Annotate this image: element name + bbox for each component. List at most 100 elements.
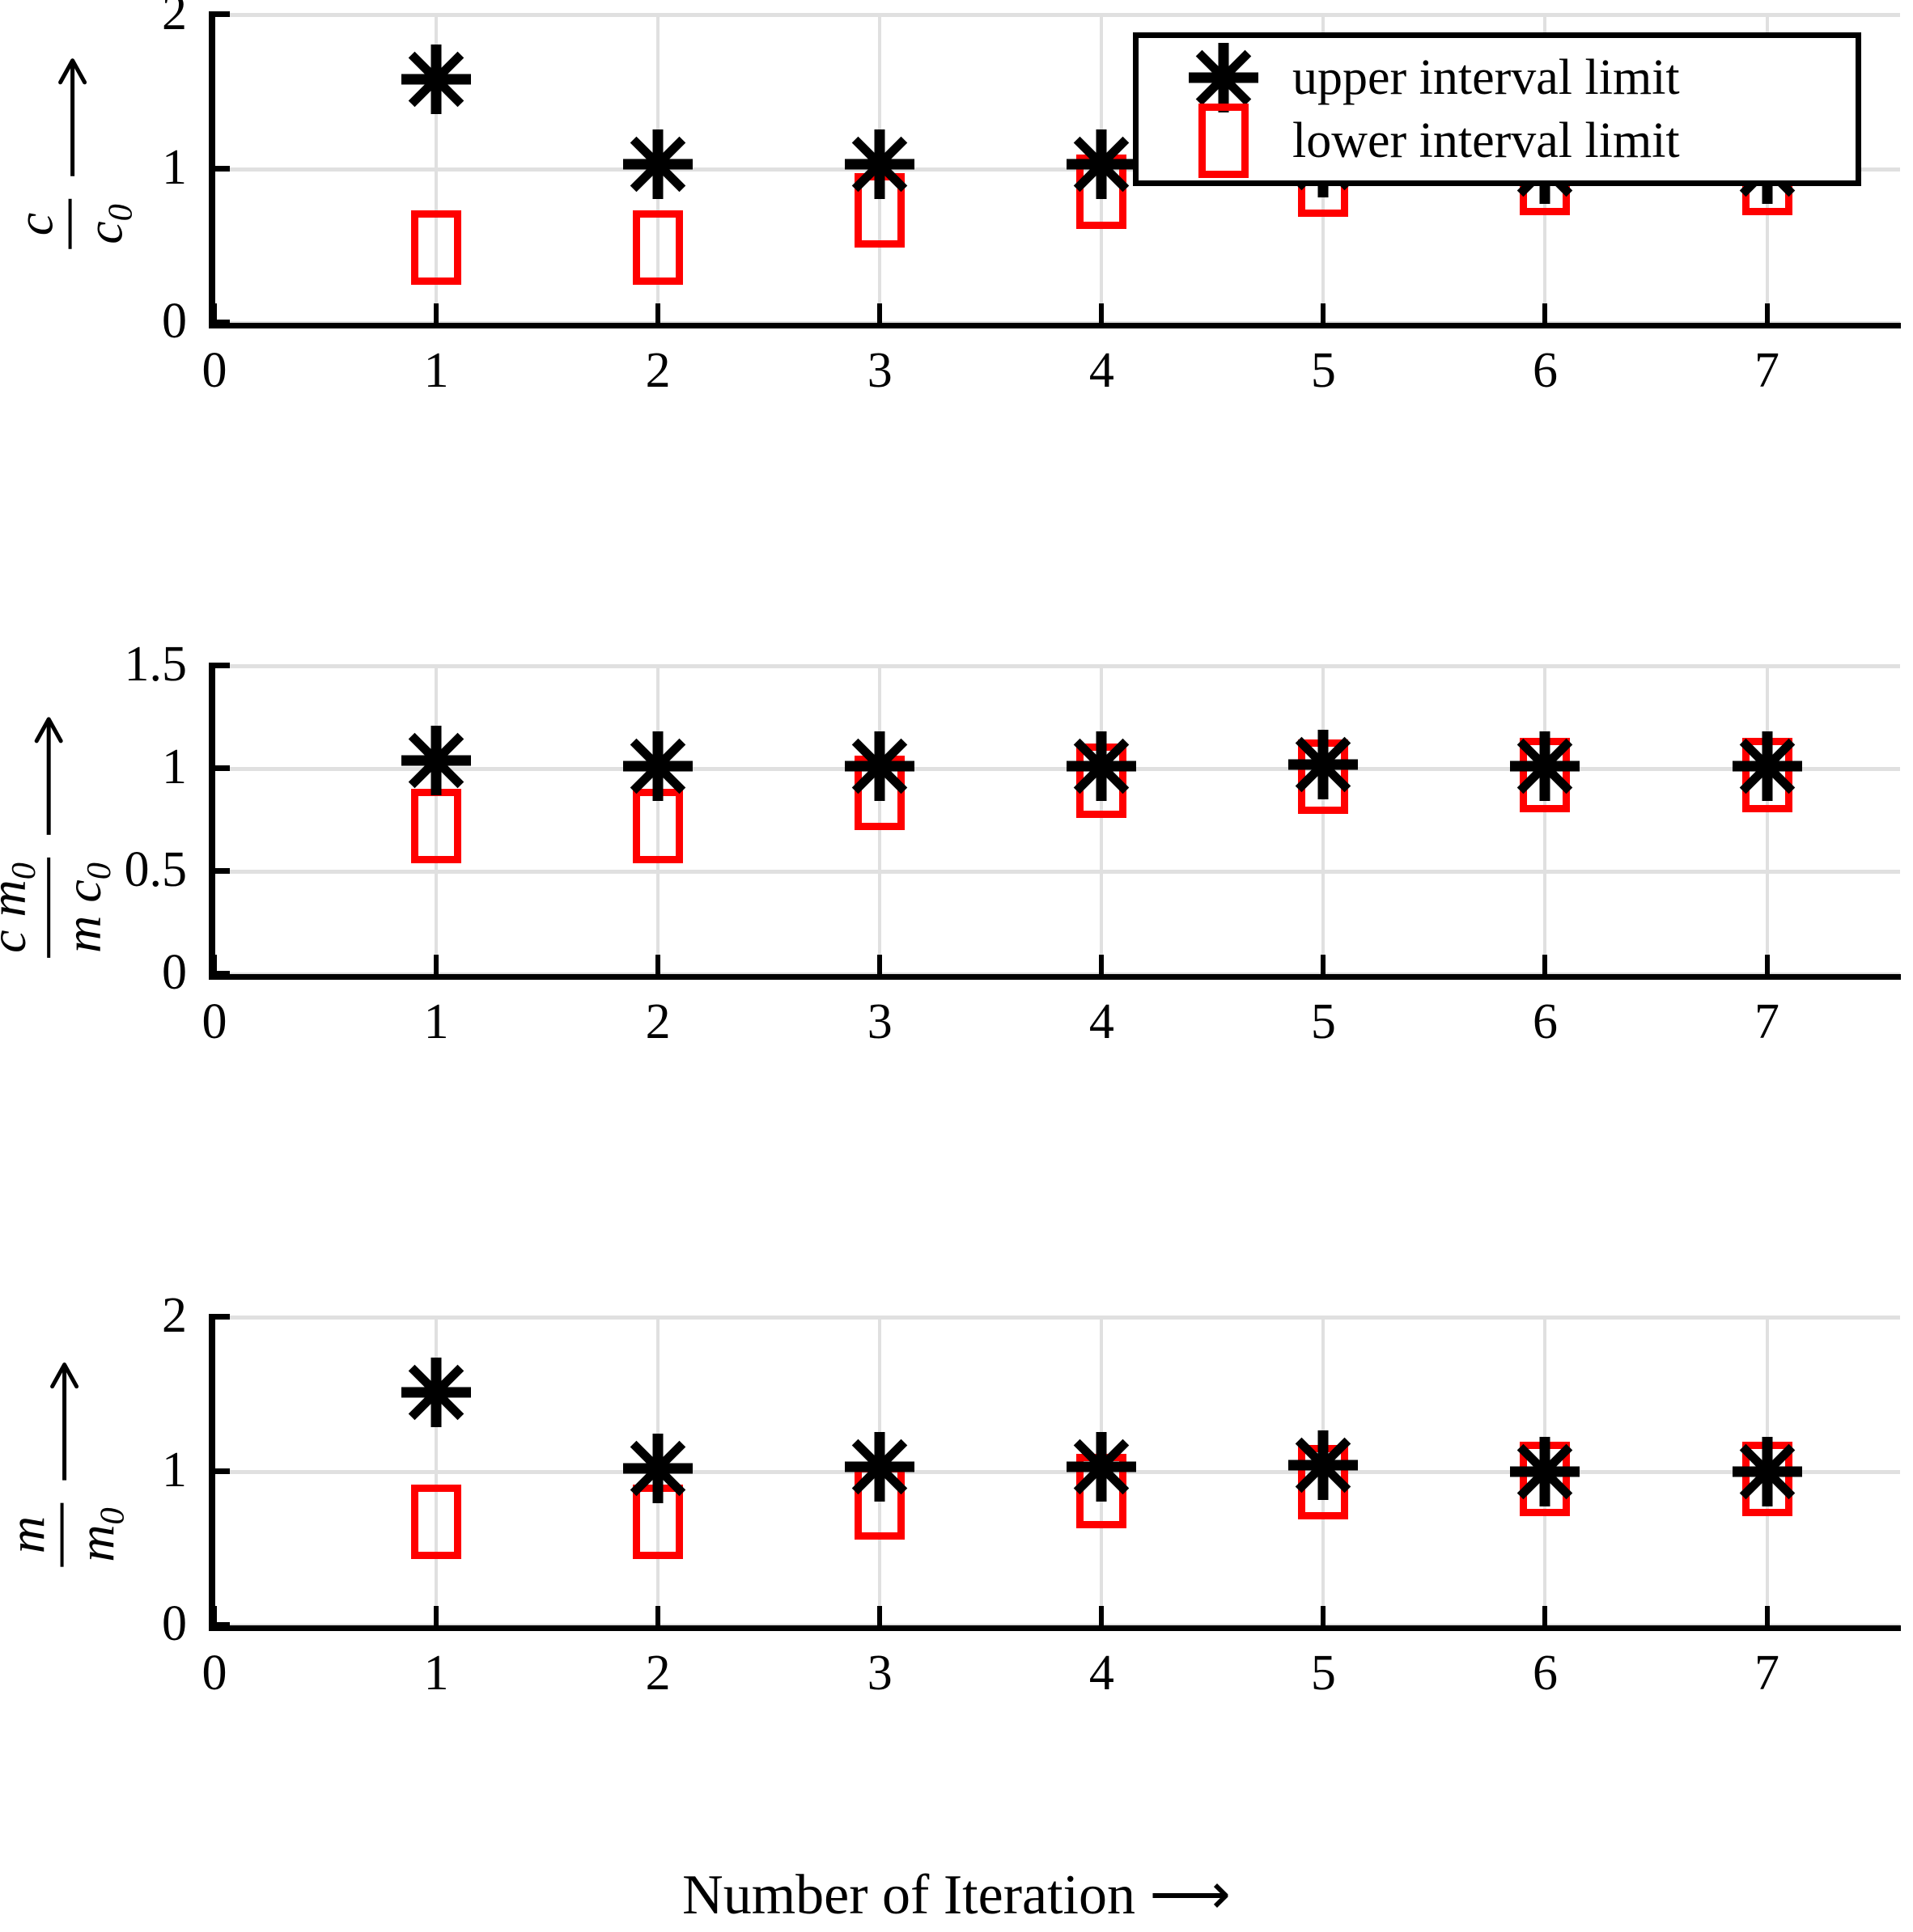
gridline-vertical (656, 666, 660, 974)
x-tick-mark (212, 1606, 217, 1625)
x-tick-mark (434, 1606, 439, 1625)
x-tick-mark (434, 303, 439, 323)
square-icon (1155, 104, 1292, 178)
x-tick-mark (1321, 303, 1326, 323)
x-tick-mark (1542, 303, 1548, 323)
gridline-vertical (1321, 666, 1326, 974)
y-tick-mark (209, 1622, 230, 1628)
x-tick-mark (1321, 955, 1326, 974)
x-tick-mark (877, 1606, 883, 1625)
marker-lower-interval-limit (855, 756, 906, 831)
gridline-vertical (1543, 666, 1547, 974)
x-tick-label: 2 (645, 994, 671, 1049)
x-tick-label: 6 (1532, 994, 1558, 1049)
legend-item[interactable]: upper interval limit (1155, 43, 1839, 112)
marker-lower-interval-limit (1741, 1442, 1792, 1517)
x-tick-mark (655, 303, 661, 323)
x-tick-label: 3 (867, 1646, 893, 1701)
x-tick-label: 0 (201, 343, 227, 398)
x-tick-label: 5 (1310, 1646, 1336, 1701)
x-tick-mark (1099, 1606, 1105, 1625)
x-tick-mark (212, 955, 217, 974)
gridline-vertical (1100, 15, 1104, 323)
y-tick-label: 1.5 (124, 637, 188, 692)
gridline-horizontal (214, 1469, 1900, 1474)
x-tick-mark (1099, 955, 1105, 974)
axis-spine-bottom (209, 1625, 1901, 1631)
x-tick-mark (655, 1606, 661, 1625)
x-tick-label: 7 (1754, 994, 1780, 1049)
gridline-vertical (1765, 666, 1769, 974)
legend: upper interval limit lower interval limit (1133, 32, 1861, 186)
asterisk-icon (1155, 43, 1292, 112)
x-tick-mark (1764, 955, 1770, 974)
x-tick-mark (1764, 303, 1770, 323)
legend-item[interactable]: lower interval limit (1155, 104, 1839, 178)
gridline-horizontal (214, 1316, 1900, 1320)
x-tick-label: 6 (1532, 1646, 1558, 1701)
x-tick-mark (877, 303, 883, 323)
marker-lower-interval-limit (633, 789, 684, 864)
gridline-vertical (1765, 1317, 1769, 1625)
x-tick-label: 2 (645, 1646, 671, 1701)
x-tick-mark (1542, 955, 1548, 974)
x-tick-label: 2 (645, 343, 671, 398)
x-tick-label: 6 (1532, 343, 1558, 398)
gridline-horizontal (214, 1624, 1900, 1628)
x-tick-label: 7 (1754, 1646, 1780, 1701)
marker-lower-interval-limit (1198, 104, 1249, 178)
y-axis-title-text: c m0m c0 (0, 715, 119, 958)
y-tick-mark (209, 971, 230, 977)
x-tick-mark (212, 303, 217, 323)
y-tick-label: 0 (162, 294, 187, 349)
gridline-vertical (878, 15, 882, 323)
x-tick-label: 3 (867, 994, 893, 1049)
y-tick-mark (209, 663, 230, 668)
marker-lower-interval-limit (1741, 737, 1792, 812)
gridline-horizontal (214, 870, 1900, 874)
y-tick-label: 2 (162, 0, 187, 40)
gridline-vertical (878, 666, 882, 974)
x-tick-mark (655, 955, 661, 974)
x-tick-label: 5 (1310, 994, 1336, 1049)
x-tick-label: 3 (867, 343, 893, 398)
y-tick-mark (209, 11, 230, 17)
marker-lower-interval-limit (633, 210, 684, 285)
x-tick-label: 0 (201, 1646, 227, 1701)
axis-spine-left (209, 1317, 215, 1629)
gridline-vertical (656, 1317, 660, 1625)
x-tick-label: 1 (423, 1646, 449, 1701)
y-tick-mark (209, 1468, 230, 1474)
marker-lower-interval-limit (1076, 1454, 1127, 1529)
legend-label: lower interval limit (1292, 112, 1680, 168)
marker-lower-interval-limit (1076, 155, 1127, 230)
x-tick-label: 7 (1754, 343, 1780, 398)
axis-spine-left (209, 15, 215, 326)
gridline-vertical (435, 1317, 439, 1625)
panel-cm0-over-mc0: 0 0.5 1 1.5 0 1 2 3 4 5 6 7 (0, 0, 1913, 1932)
marker-lower-interval-limit (633, 1485, 684, 1560)
axis-arrow-icon (49, 1360, 81, 1481)
gridline-vertical (1543, 1317, 1547, 1625)
y-tick-label: 2 (162, 1288, 187, 1343)
x-tick-label: 1 (423, 343, 449, 398)
x-tick-mark (877, 955, 883, 974)
y-tick-mark (209, 1314, 230, 1320)
y-tick-mark (209, 320, 230, 325)
gridline-horizontal (214, 321, 1900, 325)
x-tick-label: 1 (423, 994, 449, 1049)
gridline-vertical (1100, 1317, 1104, 1625)
axis-spine-left (209, 666, 215, 977)
marker-lower-interval-limit (411, 210, 462, 285)
gridline-vertical (435, 15, 439, 323)
x-tick-mark (434, 955, 439, 974)
axis-spine-bottom (209, 974, 1901, 980)
y-tick-mark (209, 868, 230, 874)
axis-spine-bottom (209, 323, 1901, 328)
gridline-vertical (656, 15, 660, 323)
figure-root: 01201234567 0 0.5 1 1.5 0 1 2 3 4 5 6 7 01201234567… (0, 0, 1913, 1932)
y-tick-mark (209, 165, 230, 172)
y-axis-title-text: c c0 (5, 57, 141, 249)
marker-lower-interval-limit (855, 172, 906, 248)
x-tick-label: 0 (201, 994, 227, 1049)
